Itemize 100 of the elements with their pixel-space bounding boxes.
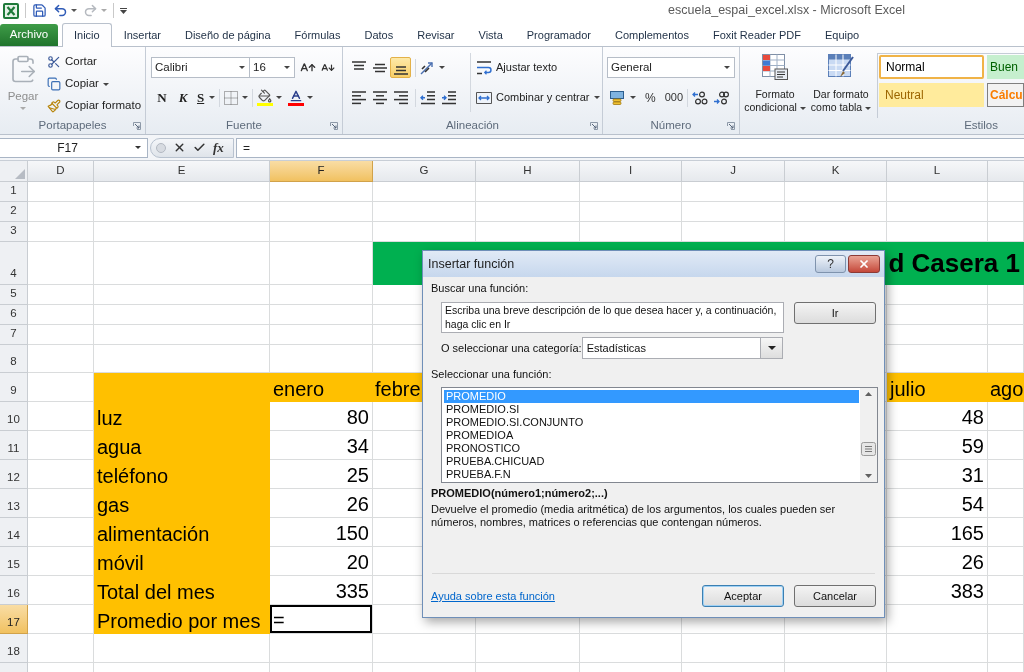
column-header[interactable]: L <box>887 161 988 182</box>
scrollbar-thumb[interactable] <box>861 441 876 456</box>
row-header[interactable]: 6 <box>0 305 28 325</box>
dialog-launcher-icon[interactable] <box>133 122 141 130</box>
fill-color-icon[interactable] <box>257 89 274 106</box>
ribbon-tab[interactable]: Insertar <box>111 23 173 47</box>
scroll-up-icon[interactable] <box>865 392 872 396</box>
save-icon[interactable] <box>32 3 47 18</box>
undo-icon[interactable] <box>53 3 68 18</box>
column-header[interactable]: I <box>580 161 682 182</box>
category-select[interactable]: Estadísticas <box>581 337 783 359</box>
currency-icon[interactable] <box>610 90 626 105</box>
align-bottom-button[interactable] <box>390 57 411 78</box>
column-header[interactable]: G <box>373 161 476 182</box>
column-header[interactable]: K <box>785 161 887 182</box>
dialog-launcher-icon[interactable] <box>330 122 338 130</box>
thousands-button[interactable]: 000 <box>664 89 684 106</box>
column-header[interactable]: J <box>682 161 785 182</box>
ribbon-tab[interactable]: Revisar <box>405 23 467 47</box>
help-link[interactable]: Ayuda sobre esta función <box>431 587 555 605</box>
ribbon-tab[interactable]: Vista <box>466 23 515 47</box>
row-header[interactable]: 3 <box>0 222 28 242</box>
function-list-item[interactable]: PROMEDIO.SI.CONJUNTO <box>444 416 859 429</box>
ribbon-tab[interactable]: Equipo <box>813 23 872 47</box>
text-angle-icon[interactable] <box>420 60 436 75</box>
italic-button[interactable]: K <box>173 87 193 108</box>
percent-button[interactable]: % <box>645 88 656 107</box>
row-header[interactable]: 12 <box>0 460 28 489</box>
ribbon-tab[interactable]: Diseño de página <box>173 23 283 47</box>
spreadsheet-logo-icon[interactable] <box>3 2 19 19</box>
ribbon-tab[interactable]: Complementos <box>602 23 701 47</box>
copy-button[interactable]: Copiar <box>47 73 142 95</box>
column-header[interactable]: H <box>476 161 580 182</box>
decrease-indent-icon[interactable] <box>420 90 436 105</box>
window-title: escuela_espai_excel.xlsx - Microsoft Excel <box>668 2 905 20</box>
font-name-field[interactable]: Calibri <box>151 57 250 78</box>
font-size-field[interactable]: 16 <box>250 57 295 78</box>
search-field[interactable]: Escriba una breve descripción de lo que desea hacer y, a continuación, haga clic en Ir <box>441 302 785 333</box>
cut-button[interactable]: Cortar <box>47 51 142 73</box>
check-icon[interactable] <box>193 141 206 154</box>
cell-style-item[interactable]: Normal <box>879 55 984 79</box>
number-format-field[interactable]: General <box>607 57 735 78</box>
borders-icon[interactable] <box>224 90 239 105</box>
row-header[interactable]: 14 <box>0 518 28 547</box>
row-header[interactable]: 5 <box>0 285 28 305</box>
row-header[interactable]: 2 <box>0 202 28 222</box>
row-header[interactable]: 9 <box>0 373 28 402</box>
format-painter-button[interactable]: Copiar formato <box>47 95 142 117</box>
ribbon-tab[interactable]: Fórmulas <box>282 23 353 47</box>
insert-function-button[interactable]: fx <box>213 141 224 154</box>
row-header[interactable]: 8 <box>0 345 28 373</box>
row-header[interactable]: 15 <box>0 547 28 576</box>
function-list-item[interactable]: PRUEBA.F.N <box>444 468 859 481</box>
file-tab[interactable]: Archivo <box>0 24 58 46</box>
row-header[interactable]: 7 <box>0 325 28 345</box>
ribbon-tab[interactable]: Foxit Reader PDF <box>700 23 813 47</box>
font-color-icon[interactable] <box>288 89 305 106</box>
close-button[interactable] <box>848 255 880 273</box>
row-header[interactable]: 17 <box>0 605 28 634</box>
decrease-decimal-icon[interactable] <box>713 90 730 105</box>
function-list-item[interactable]: PRONOSTICO <box>444 442 859 455</box>
dialog-button[interactable]: Aceptar <box>702 585 784 607</box>
format-as-table-button[interactable]: Dar formato como tabla <box>808 47 874 118</box>
function-list-item[interactable]: PROMEDIOA <box>444 429 859 442</box>
column-header[interactable]: F <box>270 161 373 182</box>
row-header[interactable]: 13 <box>0 489 28 518</box>
help-button[interactable]: ? <box>815 255 846 273</box>
cancel-icon[interactable] <box>173 141 186 154</box>
row-header[interactable]: 16 <box>0 576 28 605</box>
formula-field[interactable]: = <box>236 137 1024 158</box>
conditional-format-button[interactable]: Formato condicional <box>742 47 808 118</box>
ribbon-tab[interactable]: Datos <box>352 23 406 47</box>
customize-toolbar-icon[interactable] <box>120 7 127 14</box>
go-button[interactable]: Ir <box>794 302 876 324</box>
column-header[interactable]: D <box>28 161 94 182</box>
dropdown-button[interactable] <box>760 338 782 358</box>
increase-indent-icon[interactable] <box>441 90 457 105</box>
dialog-button[interactable]: Cancelar <box>794 585 876 607</box>
column-header[interactable]: E <box>94 161 270 182</box>
ribbon-tab[interactable]: Programador <box>514 23 603 47</box>
row-header[interactable]: 18 <box>0 634 28 663</box>
merge-center-button[interactable]: Combinar y centrar <box>476 87 600 108</box>
row-header[interactable]: 4 <box>0 242 28 285</box>
dialog-launcher-icon[interactable] <box>727 122 735 130</box>
function-list-item[interactable]: PROMEDIO.SI <box>444 403 859 416</box>
function-list-item[interactable]: PRUEBA.CHICUAD <box>444 455 859 468</box>
name-box[interactable]: F17 <box>0 137 148 158</box>
scroll-down-icon[interactable] <box>865 474 872 478</box>
row-header[interactable]: 10 <box>0 402 28 431</box>
underline-button[interactable]: S <box>197 87 216 108</box>
increase-decimal-icon[interactable] <box>692 90 709 105</box>
cell-style-item[interactable]: Buen <box>987 55 1024 79</box>
bold-button[interactable]: N <box>153 87 171 108</box>
wrap-text-button[interactable]: Ajustar texto <box>476 57 600 78</box>
cell-style-item[interactable]: Neutral <box>879 83 984 107</box>
row-header[interactable]: 1 <box>0 182 28 202</box>
row-header[interactable]: 11 <box>0 431 28 460</box>
ribbon-tab[interactable]: Inicio <box>62 23 112 47</box>
scrollbar[interactable] <box>860 388 877 482</box>
dialog-launcher-icon[interactable] <box>590 122 598 130</box>
